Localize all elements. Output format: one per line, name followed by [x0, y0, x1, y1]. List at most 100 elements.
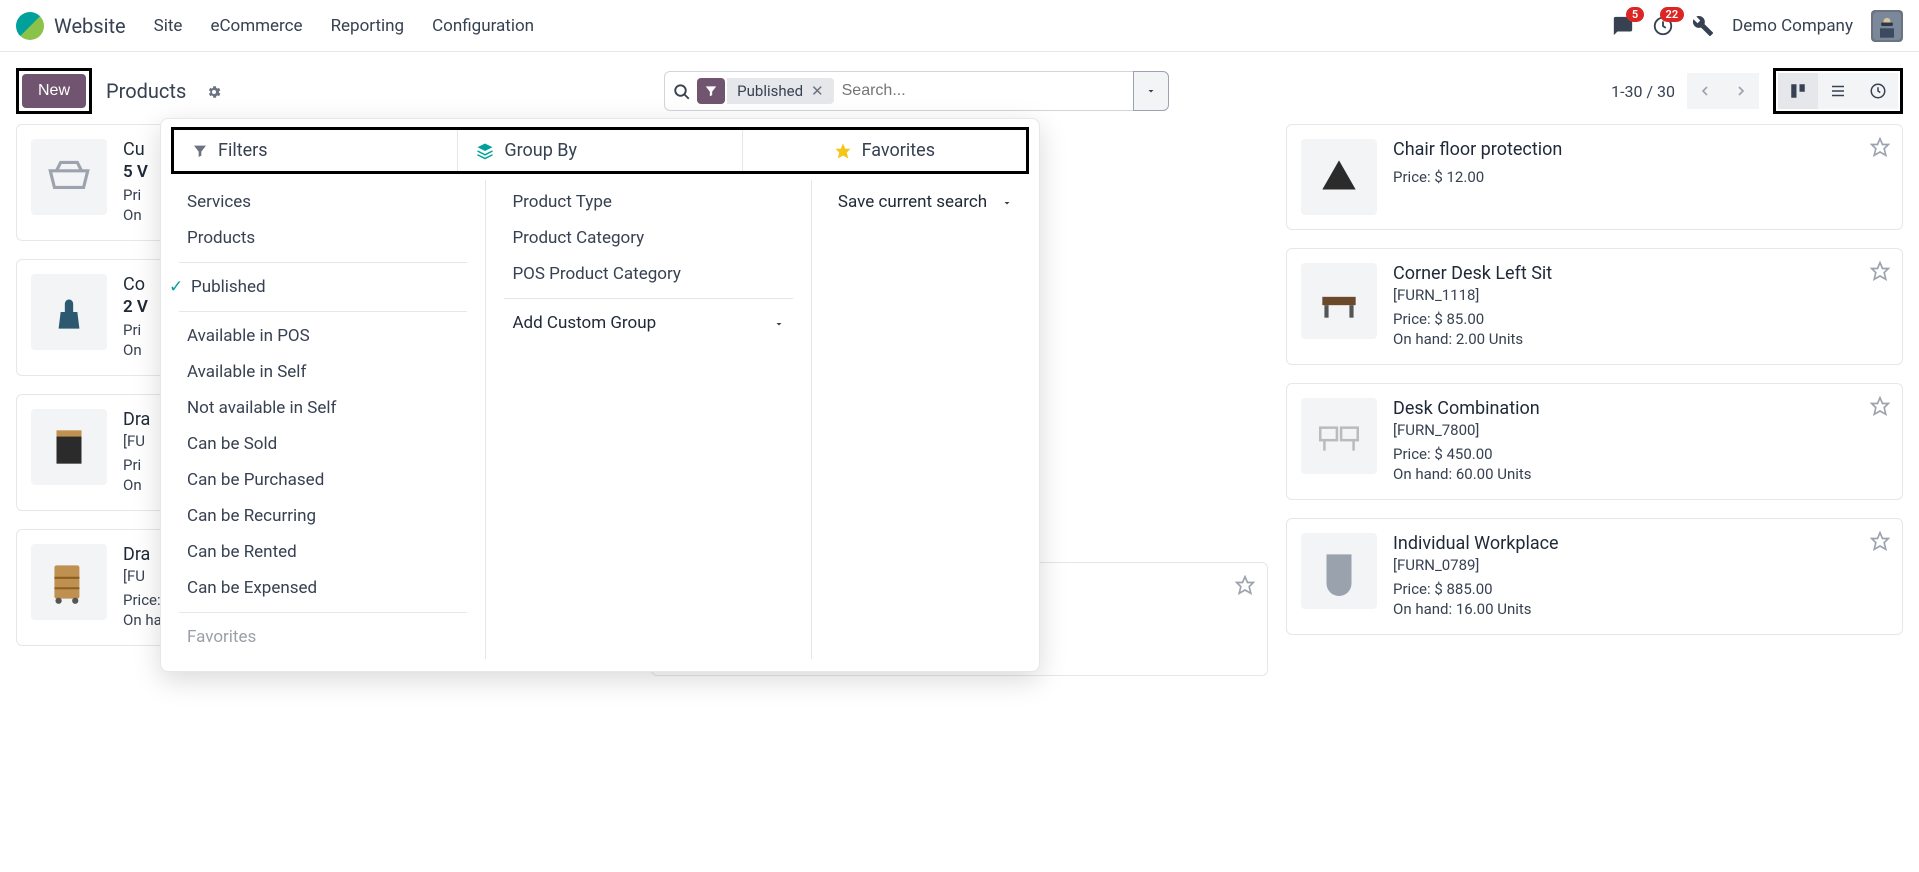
top-nav: Website Site eCommerce Reporting Configu… — [0, 0, 1919, 52]
chat-badge: 5 — [1626, 7, 1644, 22]
star-icon[interactable] — [1870, 531, 1890, 551]
new-button[interactable]: New — [22, 74, 86, 108]
filter-products[interactable]: Products — [161, 220, 485, 256]
separator — [179, 311, 467, 312]
product-card[interactable]: Individual Workplace [FURN_0789] Price: … — [1286, 518, 1903, 635]
chevron-down-icon — [773, 313, 785, 333]
star-icon[interactable] — [1870, 261, 1890, 281]
search-dropdown-toggle[interactable] — [1133, 71, 1169, 111]
view-activity[interactable] — [1858, 73, 1898, 109]
menu-site[interactable]: Site — [154, 16, 183, 36]
search-icon[interactable] — [673, 81, 691, 100]
groupby-add-custom[interactable]: Add Custom Group — [486, 305, 810, 341]
activity-icon[interactable]: 22 — [1652, 15, 1674, 37]
groupby-product-type[interactable]: Product Type — [486, 184, 810, 220]
menu-configuration[interactable]: Configuration — [432, 16, 534, 36]
card-column-right: Chair floor protection Price: $ 12.00 Co… — [1286, 124, 1903, 676]
star-icon — [834, 140, 852, 161]
card-price: Price: $ 12.00 — [1393, 168, 1886, 186]
page-title: Products — [106, 79, 186, 103]
favorites-save-label: Save current search — [838, 192, 987, 212]
product-thumb — [31, 274, 107, 350]
app-logo[interactable] — [16, 12, 44, 40]
product-thumb — [1301, 139, 1377, 215]
filter-published[interactable]: Published — [161, 269, 485, 305]
view-kanban[interactable] — [1778, 73, 1818, 109]
product-card[interactable]: Chair floor protection Price: $ 12.00 — [1286, 124, 1903, 230]
filter-can-purchased[interactable]: Can be Purchased — [161, 462, 485, 498]
gear-icon[interactable] — [206, 82, 222, 100]
filter-available-pos[interactable]: Available in POS — [161, 318, 485, 354]
top-right: 5 22 Demo Company — [1612, 10, 1903, 42]
dd-col-groupby: Product Type Product Category POS Produc… — [486, 180, 811, 659]
filter-can-recurring[interactable]: Can be Recurring — [161, 498, 485, 534]
layers-icon — [476, 140, 494, 161]
groupby-product-category[interactable]: Product Category — [486, 220, 810, 256]
view-switcher-highlight — [1773, 68, 1903, 114]
menu-reporting[interactable]: Reporting — [331, 16, 405, 36]
right-controls: 1-30 / 30 — [1611, 68, 1903, 114]
top-menu: Site eCommerce Reporting Configuration — [154, 16, 534, 36]
filter-services[interactable]: Services — [161, 184, 485, 220]
filter-icon — [192, 140, 208, 161]
product-card[interactable]: Corner Desk Left Sit [FURN_1118] Price: … — [1286, 248, 1903, 365]
chat-icon[interactable]: 5 — [1612, 15, 1634, 37]
app-brand[interactable]: Website — [54, 14, 126, 38]
product-card[interactable]: Desk Combination [FURN_7800] Price: $ 45… — [1286, 383, 1903, 500]
dd-tab-filters-label: Filters — [218, 140, 268, 161]
company-name[interactable]: Demo Company — [1732, 16, 1853, 36]
pager-text[interactable]: 1-30 / 30 — [1611, 82, 1675, 101]
product-thumb — [31, 544, 107, 620]
separator — [179, 262, 467, 263]
card-onhand: On hand: 60.00 Units — [1393, 465, 1886, 483]
product-thumb — [1301, 398, 1377, 474]
star-icon[interactable] — [1235, 575, 1255, 595]
filter-chip-published: Published ✕ — [727, 78, 833, 104]
search-input[interactable] — [842, 82, 1126, 100]
pager-next[interactable] — [1723, 73, 1759, 109]
filter-not-self[interactable]: Not available in Self — [161, 390, 485, 426]
card-price: Price: $ 85.00 — [1393, 310, 1886, 328]
filter-available-self[interactable]: Available in Self — [161, 354, 485, 390]
filter-favorites[interactable]: Favorites — [161, 619, 485, 655]
product-thumb — [1301, 533, 1377, 609]
product-thumb — [31, 409, 107, 485]
dd-tab-favorites-label: Favorites — [862, 140, 935, 161]
activity-badge: 22 — [1660, 7, 1685, 22]
dropdown-header-highlight: Filters Group By Favorites — [171, 127, 1029, 174]
pager-prev[interactable] — [1687, 73, 1723, 109]
groupby-add-custom-label: Add Custom Group — [512, 313, 656, 333]
groupby-pos-category[interactable]: POS Product Category — [486, 256, 810, 292]
search-dropdown-panel: Filters Group By Favorites Services Prod… — [160, 118, 1040, 672]
chevron-down-icon — [1001, 192, 1013, 212]
star-icon[interactable] — [1870, 137, 1890, 157]
view-list[interactable] — [1818, 73, 1858, 109]
dd-col-favorites: Save current search — [812, 180, 1039, 659]
filter-can-rented[interactable]: Can be Rented — [161, 534, 485, 570]
card-sku: [FURN_1118] — [1393, 286, 1886, 304]
dd-col-filters: Services Products Published Available in… — [161, 180, 486, 659]
card-onhand: On hand: 2.00 Units — [1393, 330, 1886, 348]
card-price: Price: $ 450.00 — [1393, 445, 1886, 463]
new-button-highlight: New — [16, 68, 92, 114]
filter-can-expensed[interactable]: Can be Expensed — [161, 570, 485, 606]
star-icon[interactable] — [1870, 396, 1890, 416]
dd-tab-favorites[interactable]: Favorites — [743, 130, 1026, 171]
filter-chip-remove[interactable]: ✕ — [811, 82, 824, 100]
dd-tab-groupby-label: Group By — [504, 140, 577, 161]
favorites-save-search[interactable]: Save current search — [812, 184, 1039, 220]
card-onhand: On hand: 16.00 Units — [1393, 600, 1886, 618]
dd-tab-groupby[interactable]: Group By — [458, 130, 742, 171]
product-thumb — [1301, 263, 1377, 339]
user-avatar[interactable] — [1871, 10, 1903, 42]
filter-chip-label: Published — [737, 82, 803, 100]
tools-icon[interactable] — [1692, 15, 1714, 37]
menu-ecommerce[interactable]: eCommerce — [210, 16, 302, 36]
filter-can-sold[interactable]: Can be Sold — [161, 426, 485, 462]
card-title: Corner Desk Left Sit — [1393, 263, 1886, 284]
card-title: Individual Workplace — [1393, 533, 1886, 554]
filter-pill-icon[interactable] — [697, 78, 725, 104]
dd-tab-filters[interactable]: Filters — [174, 130, 458, 171]
separator — [504, 298, 792, 299]
search-box[interactable]: Published ✕ — [664, 71, 1134, 111]
